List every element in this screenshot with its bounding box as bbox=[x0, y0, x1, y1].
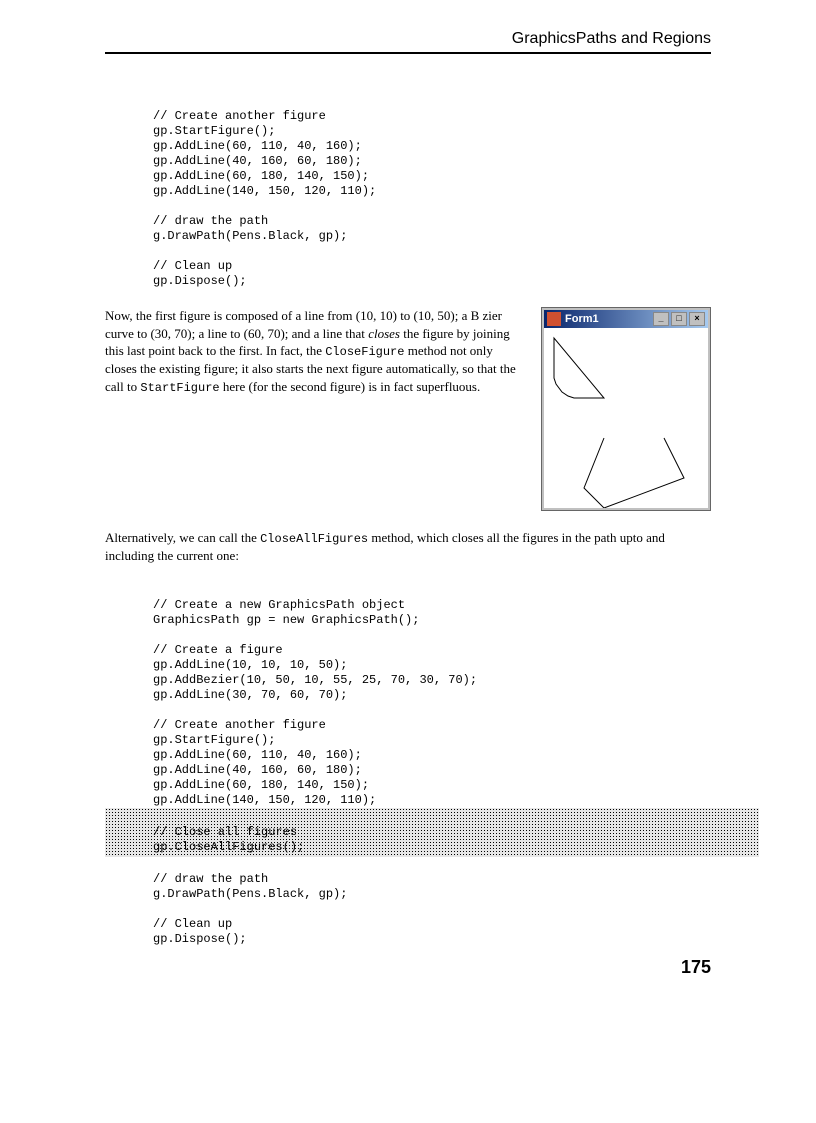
text-italic: closes bbox=[368, 326, 400, 341]
page: GraphicsPaths and Regions // Create anot… bbox=[0, 0, 816, 1123]
paragraph-1: Now, the first figure is composed of a l… bbox=[105, 307, 527, 396]
code-line: gp.CloseAllFigures(); bbox=[153, 840, 304, 854]
path-drawing bbox=[544, 328, 710, 508]
code-line: gp.StartFigure(); bbox=[153, 124, 275, 138]
code-line: // draw the path bbox=[153, 872, 268, 886]
window-buttons: _ □ × bbox=[653, 312, 705, 326]
code-line: gp.AddLine(140, 150, 120, 110); bbox=[153, 184, 376, 198]
code-line: gp.Dispose(); bbox=[153, 274, 247, 288]
code-block-2: // Create a new GraphicsPath object Grap… bbox=[153, 583, 711, 947]
paragraph-2: Alternatively, we can call the CloseAllF… bbox=[105, 529, 711, 565]
code-line: // Create a figure bbox=[153, 643, 283, 657]
highlighted-code: // Close all figures gp.CloseAllFigures(… bbox=[105, 808, 759, 857]
app-icon bbox=[547, 312, 561, 326]
drawing-canvas bbox=[544, 328, 708, 508]
code-line: // Create another figure bbox=[153, 718, 326, 732]
code-line: gp.StartFigure(); bbox=[153, 733, 275, 747]
inline-code: CloseFigure bbox=[325, 345, 404, 359]
code-line: // Create another figure bbox=[153, 109, 326, 123]
code-line: gp.AddLine(60, 180, 140, 150); bbox=[153, 778, 369, 792]
form-window-screenshot: Form1 _ □ × bbox=[541, 307, 711, 511]
code-line: // Clean up bbox=[153, 259, 232, 273]
page-header: GraphicsPaths and Regions bbox=[105, 30, 711, 54]
code-line: // Create a new GraphicsPath object bbox=[153, 598, 405, 612]
maximize-icon: □ bbox=[671, 312, 687, 326]
code-line: gp.AddBezier(10, 50, 10, 55, 25, 70, 30,… bbox=[153, 673, 477, 687]
code-line: gp.AddLine(60, 110, 40, 160); bbox=[153, 748, 362, 762]
code-block-1: // Create another figure gp.StartFigure(… bbox=[153, 94, 711, 289]
code-line: gp.Dispose(); bbox=[153, 932, 247, 946]
titlebar: Form1 _ □ × bbox=[544, 310, 708, 328]
text: Alternatively, we can call the bbox=[105, 530, 260, 545]
code-line: gp.AddLine(40, 160, 60, 180); bbox=[153, 154, 362, 168]
code-line: gp.AddLine(60, 110, 40, 160); bbox=[153, 139, 362, 153]
inline-code: StartFigure bbox=[140, 381, 219, 395]
close-icon: × bbox=[689, 312, 705, 326]
code-line: // draw the path bbox=[153, 214, 268, 228]
code-line: GraphicsPath gp = new GraphicsPath(); bbox=[153, 613, 419, 627]
window-title: Form1 bbox=[565, 313, 653, 325]
page-number: 175 bbox=[681, 957, 711, 978]
text: here (for the second figure) is in fact … bbox=[220, 379, 481, 394]
minimize-icon: _ bbox=[653, 312, 669, 326]
code-line: gp.AddLine(60, 180, 140, 150); bbox=[153, 169, 369, 183]
code-line: // Clean up bbox=[153, 917, 232, 931]
code-line: // Close all figures bbox=[153, 825, 297, 839]
inline-code: CloseAllFigures bbox=[260, 532, 368, 546]
code-line: gp.AddLine(140, 150, 120, 110); bbox=[153, 793, 376, 807]
para-with-image: Now, the first figure is composed of a l… bbox=[105, 307, 711, 511]
code-line: g.DrawPath(Pens.Black, gp); bbox=[153, 229, 347, 243]
code-line: gp.AddLine(30, 70, 60, 70); bbox=[153, 688, 347, 702]
code-line: gp.AddLine(10, 10, 10, 50); bbox=[153, 658, 347, 672]
code-line: g.DrawPath(Pens.Black, gp); bbox=[153, 887, 347, 901]
code-line: gp.AddLine(40, 160, 60, 180); bbox=[153, 763, 362, 777]
